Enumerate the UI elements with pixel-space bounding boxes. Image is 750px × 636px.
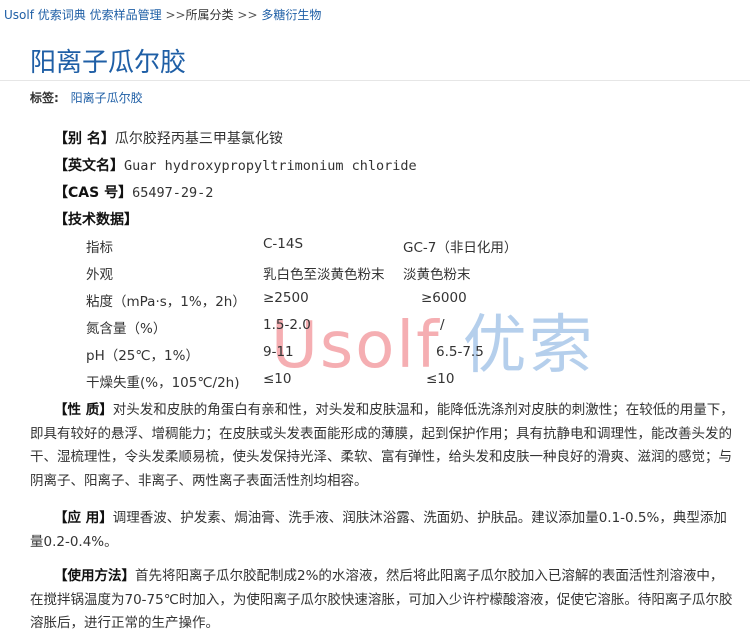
- tech-cell: 淡黄色粉末: [403, 267, 471, 283]
- tech-cell: 指标: [86, 240, 113, 256]
- page-title: 阳离子瓜尔胶: [30, 48, 187, 78]
- tags-row: 标签: 阳离子瓜尔胶: [30, 89, 143, 106]
- breadcrumb-link-site[interactable]: Usolf 优索词典: [4, 8, 86, 22]
- breadcrumb-separator: >>: [237, 8, 258, 22]
- tech-cell: 氮含量（%）: [86, 321, 167, 337]
- breadcrumb-separator: >>: [165, 8, 186, 22]
- tags-label: 标签:: [30, 91, 59, 105]
- tech-cell: /: [440, 317, 445, 333]
- tech-cell: ≥2500: [263, 290, 309, 306]
- tech-cell: GC-7（非日化用）: [403, 240, 518, 256]
- tech-cell: pH（25℃，1%）: [86, 348, 199, 364]
- alias-value: 瓜尔胶羟丙基三甲基氯化铵: [114, 131, 283, 147]
- breadcrumb-link-subcategory[interactable]: 多糖衍生物: [261, 8, 321, 22]
- properties-label: 【性 质】: [54, 402, 113, 418]
- tech-data-label: 【技术数据】: [54, 212, 138, 228]
- usage-paragraph: 【使用方法】首先将阳离子瓜尔胶配制成2%的水溶液，然后将此阳离子瓜尔胶加入已溶解…: [30, 565, 736, 636]
- breadcrumb-category: 所属分类: [185, 8, 234, 22]
- tech-cell: 粘度（mPa·s，1%，2h）: [86, 294, 246, 310]
- cas-row: 【CAS 号】65497-29-2: [54, 182, 213, 202]
- tech-cell: 干燥失重(%，105℃/2h): [86, 375, 240, 391]
- applications-text: 调理香波、护发素、焗油膏、洗手液、润肤沐浴露、洗面奶、护肤品。建议添加量0.1-…: [30, 510, 727, 550]
- tag-link[interactable]: 阳离子瓜尔胶: [71, 91, 143, 105]
- cas-label: 【CAS 号】: [54, 185, 133, 201]
- alias-row: 【别 名】瓜尔胶羟丙基三甲基氯化铵: [54, 128, 283, 148]
- tech-cell: ≥6000: [421, 290, 467, 306]
- tech-cell: 9-11: [263, 344, 294, 360]
- breadcrumb-link-section[interactable]: 优索样品管理: [90, 8, 162, 22]
- tech-cell: ≤10: [426, 371, 455, 387]
- title-divider: [0, 80, 750, 81]
- cas-value: 65497-29-2: [132, 185, 214, 201]
- english-name-row: 【英文名】Guar hydroxypropyltrimonium chlorid…: [54, 155, 417, 175]
- breadcrumb: Usolf 优索词典 优索样品管理 >>所属分类 >> 多糖衍生物: [4, 6, 321, 23]
- tech-cell: 外观: [86, 267, 113, 283]
- tech-cell: ≤10: [263, 371, 292, 387]
- tech-cell: 6.5-7.5: [436, 344, 484, 360]
- usage-text: 首先将阳离子瓜尔胶配制成2%的水溶液，然后将此阳离子瓜尔胶加入已溶解的表面活性剂…: [30, 568, 733, 631]
- properties-text: 对头发和皮肤的角蛋白有亲和性，对头发和皮肤温和，能降低洗涤剂对皮肤的刺激性；在较…: [30, 402, 734, 489]
- english-name-value: Guar hydroxypropyltrimonium chloride: [124, 158, 417, 174]
- tech-cell: 1.5-2.0: [263, 317, 311, 333]
- tech-cell: C-14S: [263, 236, 304, 252]
- properties-paragraph: 【性 质】对头发和皮肤的角蛋白有亲和性，对头发和皮肤温和，能降低洗涤剂对皮肤的刺…: [30, 399, 736, 493]
- applications-paragraph: 【应 用】调理香波、护发素、焗油膏、洗手液、润肤沐浴露、洗面奶、护肤品。建议添加…: [30, 507, 736, 554]
- usage-label: 【使用方法】: [54, 568, 135, 584]
- tech-cell: 乳白色至淡黄色粉末: [263, 267, 385, 283]
- english-name-label: 【英文名】: [54, 158, 124, 174]
- tech-data-row: 【技术数据】: [54, 209, 138, 229]
- applications-label: 【应 用】: [54, 510, 113, 526]
- alias-label: 【别 名】: [54, 131, 115, 147]
